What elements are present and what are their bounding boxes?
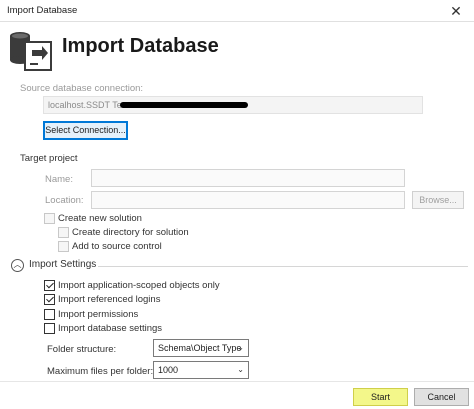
browse-button[interactable]: Browse... — [412, 191, 464, 209]
permissions-checkbox[interactable] — [44, 309, 55, 320]
create-solution-checkbox[interactable] — [44, 213, 55, 224]
footer-divider — [0, 381, 474, 382]
create-directory-checkbox[interactable] — [58, 227, 69, 238]
chevron-down-icon: ⌄ — [237, 343, 244, 352]
referenced-logins-checkbox[interactable] — [44, 294, 55, 305]
max-files-select[interactable]: 1000 ⌄ — [153, 361, 249, 379]
add-source-control-label: Add to source control — [72, 241, 162, 252]
max-files-value: 1000 — [158, 365, 179, 375]
folder-structure-value: Schema\Object Type — [158, 343, 242, 353]
referenced-logins-label: Import referenced logins — [58, 294, 161, 305]
target-project-label: Target project — [20, 153, 78, 164]
folder-structure-select[interactable]: Schema\Object Type ⌄ — [153, 339, 249, 357]
database-settings-label: Import database settings — [58, 323, 163, 334]
source-connection-label: Source database connection: — [20, 83, 144, 94]
max-files-label: Maximum files per folder: — [47, 366, 154, 377]
cancel-button[interactable]: Cancel — [414, 388, 469, 406]
page-title: Import Database — [62, 35, 219, 57]
section-divider — [98, 266, 468, 267]
create-directory-label: Create directory for solution — [72, 227, 189, 238]
source-connection-field: localhost.SSDT Test — [43, 96, 423, 114]
database-settings-checkbox[interactable] — [44, 323, 55, 334]
collapse-chevron-icon[interactable]: ︿ — [11, 259, 24, 272]
database-import-icon — [10, 32, 52, 71]
add-source-control-checkbox[interactable] — [58, 241, 69, 252]
create-solution-label: Create new solution — [58, 213, 142, 224]
select-connection-button[interactable]: Select Connection... — [43, 121, 128, 140]
name-input[interactable] — [91, 169, 405, 187]
chevron-down-icon: ⌄ — [237, 365, 244, 374]
app-scoped-label: Import application-scoped objects only — [58, 280, 220, 291]
close-icon[interactable]: ✕ — [438, 0, 474, 22]
start-button[interactable]: Start — [353, 388, 408, 406]
window-title: Import Database — [7, 5, 78, 16]
location-label: Location: — [45, 195, 84, 206]
name-label: Name: — [45, 174, 73, 185]
source-connection-value: localhost.SSDT Test — [48, 100, 129, 110]
permissions-label: Import permissions — [58, 309, 139, 320]
import-settings-label[interactable]: Import Settings — [29, 259, 96, 270]
app-scoped-checkbox[interactable] — [44, 280, 55, 291]
folder-structure-label: Folder structure: — [47, 344, 117, 355]
title-bar: Import Database ✕ — [0, 0, 474, 22]
location-input[interactable] — [91, 191, 405, 209]
redaction-bar — [120, 102, 248, 108]
